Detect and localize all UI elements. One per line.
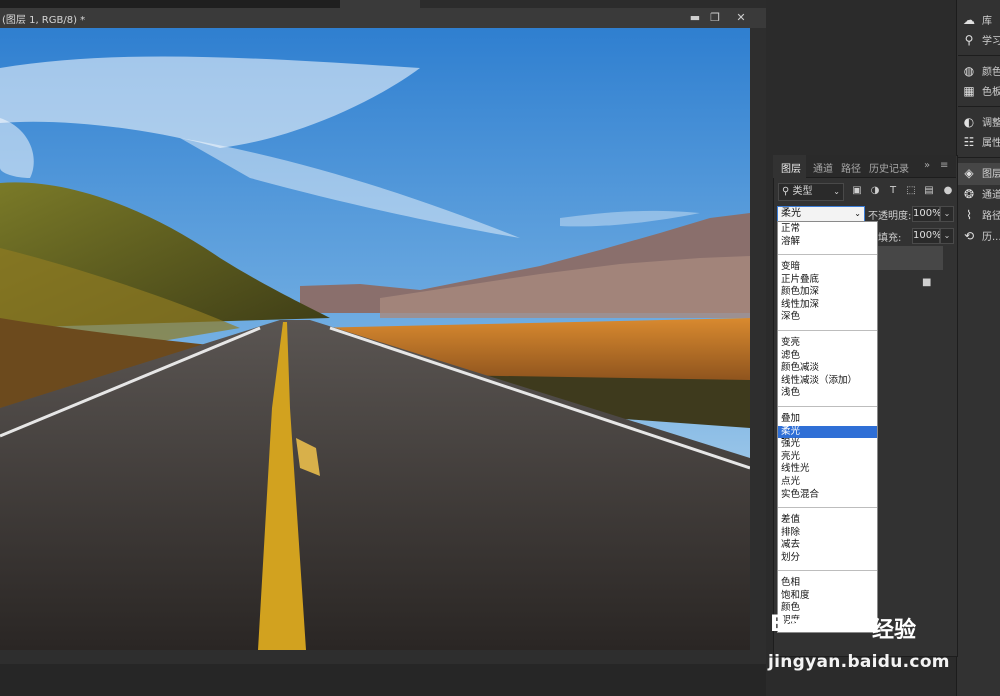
learn-icon: ⚲ (964, 33, 974, 47)
blend-option[interactable]: 线性减淡（添加） (778, 375, 877, 388)
chevron-down-icon: ⌄ (833, 187, 840, 196)
dropdown-separator (778, 507, 877, 508)
tab-paths[interactable]: 路径 (841, 160, 861, 175)
dock-item-layers[interactable]: ◈ 图层 (962, 165, 1000, 185)
layer-filter-select[interactable]: ⚲ 类型 ⌄ (778, 183, 844, 201)
dock-item-swatches[interactable]: ▦ 色板 (962, 83, 1000, 103)
filter-type-icon[interactable]: T (887, 184, 899, 198)
watermark-logo: Bai (770, 612, 810, 637)
restore-button[interactable]: ❐ (706, 10, 724, 25)
blend-option[interactable]: 实色混合 (778, 489, 877, 502)
dock-item-learn[interactable]: ⚲ 学习 (962, 32, 1000, 52)
blend-mode-select[interactable]: 柔光 ⌄ (777, 206, 865, 222)
tab-history[interactable]: 历史记录 (869, 160, 909, 175)
dropdown-separator (778, 570, 877, 571)
blend-option[interactable]: 线性加深 (778, 299, 877, 312)
blend-option[interactable]: 强光 (778, 438, 877, 451)
libraries-icon: ☁ (963, 13, 975, 27)
dock-item-properties[interactable]: ☷ 属性 (962, 134, 1000, 154)
channels-icon: ❂ (963, 187, 975, 201)
dock-separator (958, 157, 1000, 158)
canvas-image[interactable] (0, 28, 750, 650)
opacity-input[interactable]: 100% (912, 206, 942, 222)
blend-option[interactable]: 颜色加深 (778, 286, 877, 299)
canvas-horizontal-scrollbar[interactable] (0, 650, 766, 664)
dock-item-channels[interactable]: ❂ 通道 (962, 186, 1000, 206)
fill-dropdown-icon[interactable]: ⌄ (940, 228, 954, 244)
dock-separator (958, 106, 1000, 107)
blend-option[interactable]: 排除 (778, 527, 877, 540)
chevron-down-icon: ⌄ (854, 209, 861, 218)
dock-separator (958, 55, 1000, 56)
blend-option[interactable]: 浅色 (778, 387, 877, 400)
blend-option[interactable]: 点光 (778, 476, 877, 489)
filter-adjustment-icon[interactable]: ◑ (869, 184, 881, 198)
opacity-dropdown-icon[interactable]: ⌄ (940, 206, 954, 222)
top-strip-controls (340, 0, 420, 8)
layers-icon: ◈ (964, 166, 974, 180)
blend-option[interactable]: 色相 (778, 577, 877, 590)
blend-mode-value: 柔光 (781, 208, 801, 219)
blend-option[interactable]: 差值 (778, 514, 877, 527)
blend-option[interactable]: 溶解 (778, 236, 877, 249)
blend-option[interactable]: 变暗 (778, 261, 877, 274)
filter-kind-label: ⚲ 类型 (782, 186, 813, 197)
blend-option[interactable]: 变亮 (778, 337, 877, 350)
dropdown-separator (778, 406, 877, 407)
tab-channels[interactable]: 通道 (813, 160, 833, 175)
filter-smart-object-icon[interactable]: ▤ (923, 184, 935, 198)
history-icon: ⟲ (963, 229, 975, 243)
fill-label: 填充: (878, 233, 902, 244)
layer-row[interactable] (876, 246, 943, 270)
dock-item-history[interactable]: ⟲ 历... (962, 228, 1000, 248)
blend-option[interactable]: 叠加 (778, 413, 877, 426)
swatches-icon: ▦ (963, 84, 975, 98)
properties-icon: ☷ (963, 135, 975, 149)
fill-input[interactable]: 100% (912, 228, 942, 244)
blend-option[interactable]: 深色 (778, 311, 877, 324)
watermark-url: jingyan.baidu.com (768, 652, 950, 672)
dock-item-paths[interactable]: ⌇ 路径 (962, 207, 1000, 227)
blend-mode-dropdown[interactable]: 正常 溶解 变暗 正片叠底 颜色加深 线性加深 深色 变亮 滤色 颜色减淡 线性… (777, 221, 878, 633)
dock-item-color[interactable]: ◍ 颜色 (962, 63, 1000, 83)
blend-option[interactable]: 正常 (778, 223, 877, 236)
panel-dock (956, 0, 1000, 696)
dock-item-adjustments[interactable]: ◐ 调整 (962, 114, 1000, 134)
minimize-button[interactable]: ▬ (686, 10, 704, 25)
adjustments-icon: ◐ (963, 115, 975, 129)
watermark-logo-jingyan: 经验 (872, 618, 917, 643)
filter-shape-icon[interactable]: ⬚ (905, 184, 917, 198)
filter-pixel-icon[interactable]: ▣ (851, 184, 863, 198)
blend-option[interactable]: 线性光 (778, 463, 877, 476)
filter-toggle-icon[interactable]: ● (942, 184, 954, 198)
document-title: (图层 1, RGB/8) * (2, 15, 86, 26)
close-button[interactable]: ✕ (732, 10, 750, 25)
dock-item-libraries[interactable]: ☁ 库 (962, 12, 992, 32)
lock-icon[interactable]: ■ (922, 277, 931, 288)
dropdown-separator (778, 254, 877, 255)
paths-icon: ⌇ (966, 208, 972, 222)
dropdown-separator (778, 330, 877, 331)
blend-option[interactable]: 颜色减淡 (778, 362, 877, 375)
document-titlebar[interactable]: (图层 1, RGB/8) * ▬ ❐ ✕ (0, 8, 766, 29)
tab-layers[interactable]: 图层 (781, 160, 801, 175)
blend-option[interactable]: 滤色 (778, 350, 877, 363)
blend-option[interactable]: 减去 (778, 539, 877, 552)
panel-menu-icon[interactable]: ≡ (940, 160, 948, 171)
canvas-vertical-scrollbar[interactable] (750, 28, 766, 664)
blend-option[interactable]: 亮光 (778, 451, 877, 464)
more-tabs-icon[interactable]: » (924, 160, 930, 171)
paw-icon (839, 590, 869, 627)
color-icon: ◍ (963, 64, 975, 78)
blend-option[interactable]: 划分 (778, 552, 877, 565)
blend-option[interactable]: 正片叠底 (778, 274, 877, 287)
blend-option-selected[interactable]: 柔光 (778, 425, 877, 439)
opacity-label: 不透明度: (868, 211, 912, 222)
